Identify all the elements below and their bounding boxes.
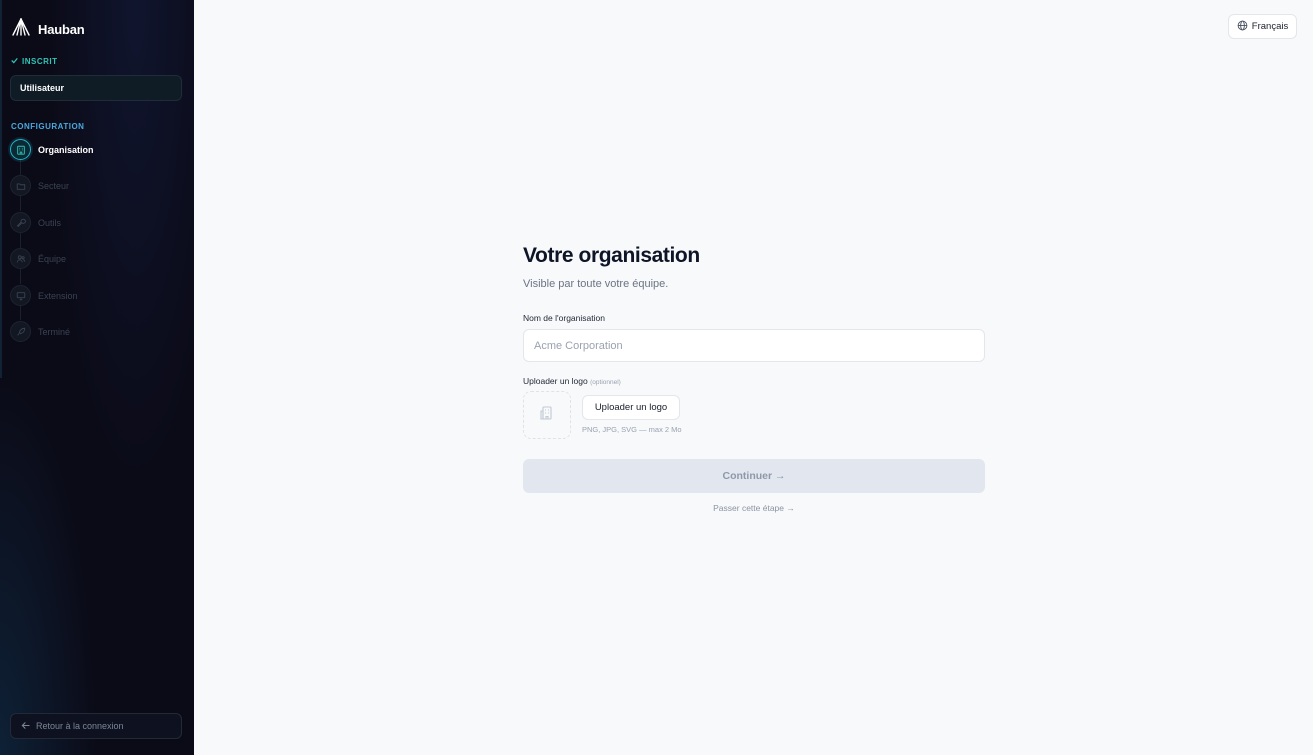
completed-step-utilisateur[interactable]: Utilisateur: [10, 75, 182, 101]
step-secteur[interactable]: Secteur: [10, 175, 69, 196]
step-outils[interactable]: Outils: [10, 212, 61, 233]
logo-upload-label: Uploader un logo (optionnel): [523, 376, 621, 386]
org-name-label: Nom de l'organisation: [523, 313, 605, 323]
step-connector: [20, 160, 21, 175]
upload-hint: PNG, JPG, SVG — max 2 Mo: [582, 425, 682, 434]
rocket-icon: [10, 321, 31, 342]
folder-icon: [10, 175, 31, 196]
brand-name: Hauban: [38, 22, 85, 37]
page-subtitle: Visible par toute votre équipe.: [523, 278, 669, 290]
building-placeholder-icon: [538, 404, 556, 427]
optional-tag: (optionnel): [590, 379, 621, 386]
org-name-input[interactable]: [523, 329, 985, 362]
sidebar-edge-divider: [0, 0, 2, 378]
step-label: Outils: [38, 217, 62, 228]
step-organisation[interactable]: Organisation: [10, 139, 94, 160]
sidebar: Hauban INSCRIT Utilisateur CONFIGURATION…: [0, 0, 194, 755]
step-equipe[interactable]: Équipe: [10, 248, 66, 269]
check-icon: [11, 57, 18, 66]
logo-label-text: Uploader un logo: [523, 376, 588, 386]
section-inscrit: INSCRIT: [11, 57, 58, 66]
monitor-icon: [10, 285, 31, 306]
organisation-form: Votre organisation Visible par toute vot…: [523, 244, 985, 513]
step-connector: [20, 196, 21, 211]
step-connector: [20, 305, 21, 320]
upload-logo-button[interactable]: Uploader un logo: [582, 395, 680, 420]
globe-icon: [1237, 20, 1248, 34]
building-icon: [10, 139, 31, 160]
hauban-logo-icon: [11, 17, 31, 42]
language-label: Français: [1251, 21, 1289, 32]
back-to-login-label: Retour à la connexion: [36, 721, 124, 731]
step-label: Secteur: [38, 180, 70, 191]
step-extension[interactable]: Extension: [10, 285, 78, 306]
back-to-login-button[interactable]: Retour à la connexion: [10, 713, 182, 739]
brand: Hauban: [11, 17, 85, 42]
step-label: Équipe: [38, 253, 67, 264]
step-connector: [20, 233, 21, 248]
step-label: Terminé: [38, 326, 71, 337]
section-configuration: CONFIGURATION: [11, 122, 85, 131]
arrow-left-icon: [21, 721, 30, 732]
users-icon: [10, 248, 31, 269]
section-inscrit-label: INSCRIT: [22, 57, 58, 66]
step-label: Extension: [38, 290, 78, 301]
page-title: Votre organisation: [523, 244, 700, 267]
language-selector-button[interactable]: Français: [1228, 14, 1297, 39]
step-connector: [20, 269, 21, 284]
step-label: Organisation: [38, 144, 94, 155]
continue-button[interactable]: Continuer →: [523, 459, 985, 493]
step-termine[interactable]: Terminé: [10, 321, 70, 342]
skip-step-link[interactable]: Passer cette étape →: [523, 503, 985, 513]
logo-dropzone[interactable]: [523, 391, 571, 439]
wrench-icon: [10, 212, 31, 233]
